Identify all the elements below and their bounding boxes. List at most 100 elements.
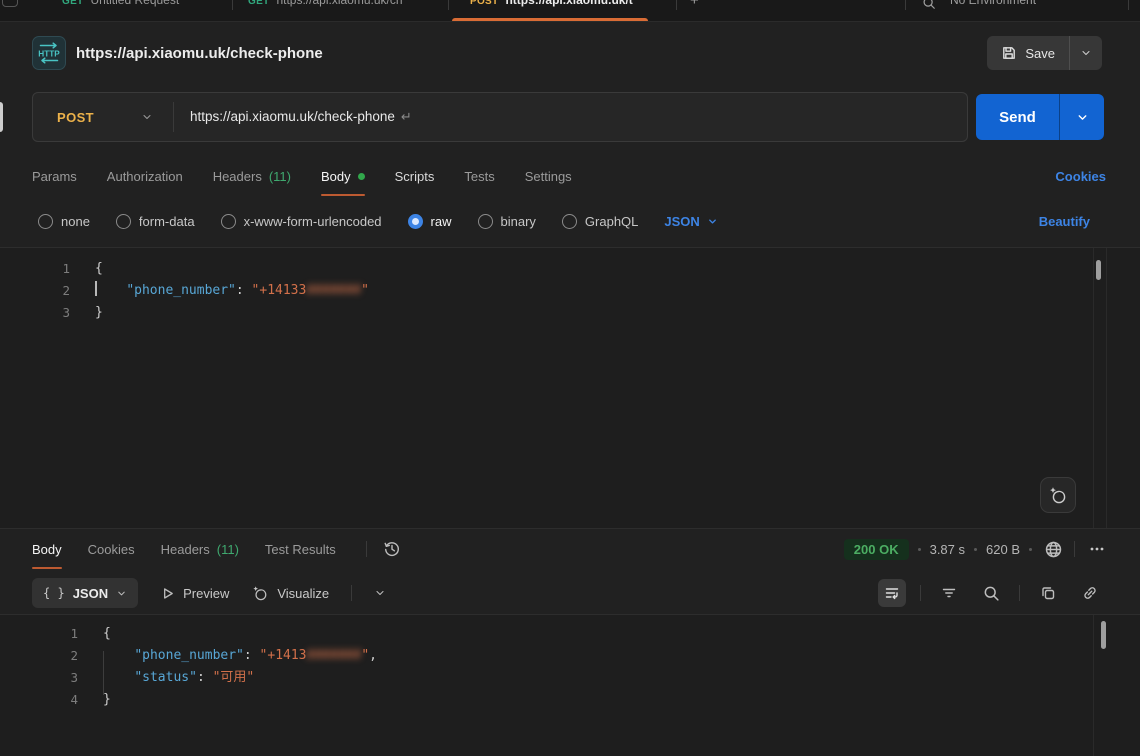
- tab-label: Body: [32, 542, 62, 557]
- code-content: {: [95, 258, 103, 280]
- code-segment: }: [95, 305, 103, 320]
- line-number: 3: [0, 667, 78, 689]
- body-mode-binary[interactable]: binary: [478, 214, 536, 229]
- filter-button[interactable]: [935, 579, 963, 607]
- request-tab-settings[interactable]: Settings: [525, 156, 572, 196]
- tab-label: Scripts: [395, 169, 435, 184]
- editor-gutter: [1106, 248, 1107, 528]
- radio-label: x-www-form-urlencoded: [244, 214, 382, 229]
- cookies-link[interactable]: Cookies: [1055, 156, 1106, 196]
- response-tab-body[interactable]: Body: [32, 529, 62, 569]
- editor-scrollbar[interactable]: [1096, 260, 1101, 280]
- toolbar-chevron-icon[interactable]: [374, 587, 386, 599]
- response-time[interactable]: 3.87 s: [930, 542, 965, 557]
- code-segment: {: [103, 626, 111, 641]
- code-segment: ": [361, 648, 369, 663]
- url-value: https://api.xiaomu.uk/check-phone: [190, 109, 395, 124]
- code-line: 1{: [0, 258, 1140, 280]
- save-options-button[interactable]: [1070, 36, 1102, 70]
- workspace-tab[interactable]: GEThttps://api.xiaomu.uk/ch: [248, 0, 403, 7]
- link-button[interactable]: [1076, 579, 1104, 607]
- body-mode-form-data[interactable]: form-data: [116, 214, 195, 229]
- code-segment: "+14133: [252, 283, 307, 298]
- save-button[interactable]: Save: [987, 36, 1069, 70]
- wrap-text-button[interactable]: [878, 579, 906, 607]
- new-tab-button[interactable]: +: [690, 0, 699, 9]
- code-segment: "+1413: [260, 648, 307, 663]
- code-content: "phone_number": "+1413#######",: [103, 645, 377, 667]
- search-button[interactable]: [977, 579, 1005, 607]
- tab-label: Headers: [161, 542, 210, 557]
- code-segment: :: [244, 648, 260, 663]
- response-tab-test-results[interactable]: Test Results: [265, 529, 336, 569]
- http-request-icon: HTTP: [32, 36, 66, 70]
- environment-selector[interactable]: No Environment: [950, 0, 1036, 7]
- network-globe-icon[interactable]: [1041, 535, 1065, 563]
- beautify-link[interactable]: Beautify: [1039, 202, 1090, 240]
- code-line: 1{: [0, 623, 1140, 645]
- request-tab-scripts[interactable]: Scripts: [395, 156, 435, 196]
- radio-label: raw: [431, 214, 452, 229]
- request-body-editor[interactable]: 1{2 "phone_number": "+14133#######"3}: [0, 247, 1140, 528]
- radio-button[interactable]: [38, 214, 53, 229]
- radio-button[interactable]: [221, 214, 236, 229]
- code-segment: "phone_number": [134, 648, 244, 663]
- method-label: POST: [57, 110, 94, 125]
- more-actions-button[interactable]: [1084, 535, 1110, 563]
- radio-label: form-data: [139, 214, 195, 229]
- workspace-tab[interactable]: POSThttps://api.xiaomu.uk/t: [470, 0, 633, 7]
- method-selector[interactable]: POST: [33, 110, 173, 125]
- body-mode-GraphQL[interactable]: GraphQL: [562, 214, 638, 229]
- response-tabs: Body Cookies Headers (11) Test Results: [32, 529, 403, 569]
- language-label: JSON: [664, 214, 699, 229]
- send-button[interactable]: Send: [976, 94, 1059, 140]
- line-number: 1: [0, 623, 78, 645]
- status-badge[interactable]: 200 OK: [844, 539, 909, 560]
- code-segment: :: [236, 283, 252, 298]
- send-button-group: Send: [976, 94, 1104, 140]
- postbot-button[interactable]: [1040, 477, 1076, 513]
- response-size[interactable]: 620 B: [986, 542, 1020, 557]
- body-mode-none[interactable]: none: [38, 214, 90, 229]
- radio-label: binary: [501, 214, 536, 229]
- code-line: 2 "phone_number": "+1413#######",: [0, 645, 1140, 667]
- response-history-icon[interactable]: [381, 535, 403, 563]
- radio-button[interactable]: [116, 214, 131, 229]
- preview-label: Preview: [183, 586, 229, 601]
- url-input[interactable]: https://api.xiaomu.uk/check-phone↵: [190, 109, 412, 125]
- editor-scrollbar[interactable]: [1101, 621, 1106, 649]
- radio-button[interactable]: [562, 214, 577, 229]
- tab-divider: [448, 0, 449, 10]
- visualize-button[interactable]: Visualize: [251, 584, 329, 602]
- line-number: 3: [0, 302, 70, 324]
- response-tab-cookies[interactable]: Cookies: [88, 529, 135, 569]
- redacted-value: #######: [306, 283, 361, 298]
- code-segment: ,: [369, 648, 377, 663]
- language-selector[interactable]: JSON: [664, 214, 717, 229]
- divider: [351, 585, 352, 601]
- request-tab-body[interactable]: Body: [321, 156, 365, 196]
- tab-label: Headers: [213, 169, 262, 184]
- preview-button[interactable]: Preview: [160, 586, 229, 601]
- visualize-label: Visualize: [277, 586, 329, 601]
- body-mode-x-www-form-urlencoded[interactable]: x-www-form-urlencoded: [221, 214, 382, 229]
- divider: [1019, 585, 1020, 601]
- request-tab-params[interactable]: Params: [32, 156, 77, 196]
- request-tab-headers[interactable]: Headers(11): [213, 156, 291, 196]
- environment-search-icon[interactable]: [922, 0, 936, 10]
- request-tab-tests[interactable]: Tests: [464, 156, 494, 196]
- response-body-editor[interactable]: 1{2 "phone_number": "+1413#######",3 "st…: [0, 614, 1140, 756]
- send-options-button[interactable]: [1060, 94, 1104, 140]
- radio-button[interactable]: [478, 214, 493, 229]
- body-mode-raw[interactable]: raw: [408, 214, 452, 229]
- divider: [1074, 541, 1075, 557]
- tab-count-badge: (11): [217, 542, 239, 557]
- response-format-selector[interactable]: { } JSON: [32, 578, 138, 608]
- radio-button[interactable]: [408, 214, 423, 229]
- code-content: {: [103, 623, 111, 645]
- workspace-tab[interactable]: GETUntitled Request: [62, 0, 179, 7]
- request-tab-authorization[interactable]: Authorization: [107, 156, 183, 196]
- response-tab-headers[interactable]: Headers (11): [161, 529, 239, 569]
- divider: [920, 585, 921, 601]
- copy-button[interactable]: [1034, 579, 1062, 607]
